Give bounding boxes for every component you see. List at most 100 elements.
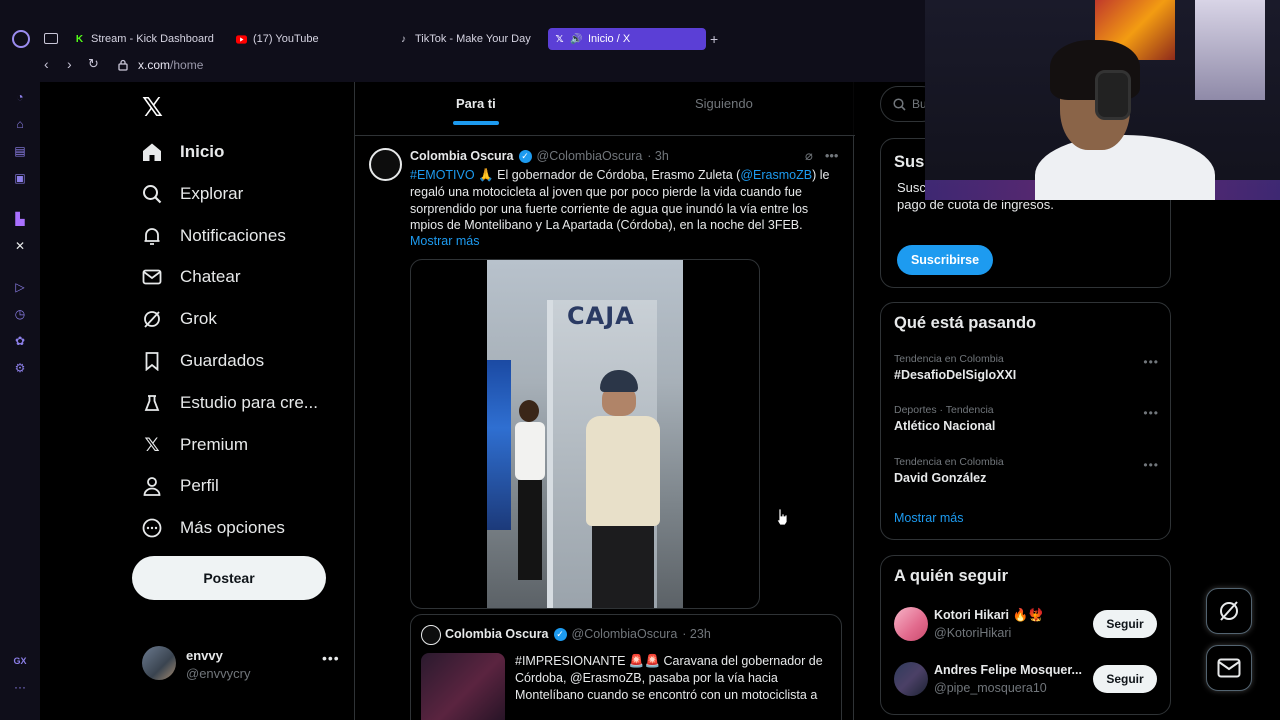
bookmark-icon xyxy=(142,351,162,371)
follow-button[interactable]: Seguir xyxy=(1093,665,1157,693)
more-circle-icon xyxy=(142,518,162,538)
nav-item-more-options[interactable]: Más opciones xyxy=(142,516,285,540)
profile-handle: @envvycry xyxy=(186,666,251,681)
tab-following[interactable]: Siguiendo xyxy=(695,96,753,111)
more-horizontal-icon[interactable]: ••• xyxy=(1143,406,1159,420)
history-icon[interactable]: ◷ xyxy=(13,307,27,321)
tab-x-home[interactable]: 𝕏 🔊 Inicio / X xyxy=(548,28,706,50)
avatar[interactable] xyxy=(369,148,402,181)
trend-item[interactable]: Deportes · Tendencia Atlético Nacional •… xyxy=(894,404,1159,433)
post-button[interactable]: Postear xyxy=(132,556,326,600)
person-icon xyxy=(142,476,162,496)
trends-card: Qué está pasando Tendencia en Colombia #… xyxy=(880,302,1171,540)
grok-icon[interactable]: ⌀ xyxy=(805,148,813,164)
nav-item-explore[interactable]: Explorar xyxy=(142,182,243,206)
mail-icon xyxy=(1217,658,1241,678)
quote-handle: @ColombiaOscura xyxy=(571,627,678,641)
post-author[interactable]: Colombia Oscura xyxy=(410,149,514,163)
tiktok-icon: ♪ xyxy=(401,33,406,45)
post-emoji: 🙏 xyxy=(478,168,494,182)
quote-text: #IMPRESIONANTE 🚨🚨 Caravana del gobernado… xyxy=(515,654,823,702)
more-horizontal-icon[interactable]: ••• xyxy=(1143,458,1159,472)
quote-author: Colombia Oscura xyxy=(445,627,549,641)
more-icon[interactable]: ··· xyxy=(13,680,27,694)
twitch-icon[interactable]: ▙ xyxy=(13,212,27,226)
tab-tiktok[interactable]: ♪ TikTok - Make Your Day xyxy=(392,28,537,50)
tab-kick[interactable]: K Stream - Kick Dashboard xyxy=(68,28,220,50)
speed-dial-icon[interactable]: ◔ xyxy=(13,90,27,104)
post-handle[interactable]: @ColombiaOscura xyxy=(537,149,643,163)
nav-item-premium[interactable]: 𝕏 Premium xyxy=(142,433,248,457)
nav-item-notifications[interactable]: Notificaciones xyxy=(142,224,286,248)
opera-logo-icon[interactable] xyxy=(12,30,30,48)
player-icon[interactable]: ▷ xyxy=(13,280,27,294)
nav-item-bookmarks[interactable]: Guardados xyxy=(142,349,264,373)
x-logo-icon[interactable]: 𝕏 xyxy=(142,92,163,123)
home-icon xyxy=(142,142,162,162)
post-text: #EMOTIVO 🙏 El gobernador de Córdoba, Era… xyxy=(410,167,835,234)
notes-icon[interactable]: ▤ xyxy=(13,144,27,158)
workspace-icon[interactable]: ⌂ xyxy=(13,117,27,131)
x-icon: 𝕏 xyxy=(144,434,160,456)
nav-label: Grok xyxy=(180,309,217,328)
nav-item-grok[interactable]: Grok xyxy=(142,307,217,331)
follow-button[interactable]: Seguir xyxy=(1093,610,1157,638)
quote-header: Colombia Oscura ✓ @ColombiaOscura · 23h xyxy=(445,627,711,641)
back-button[interactable]: ‹ xyxy=(44,56,49,72)
search-icon xyxy=(893,97,906,111)
video-frame: CAJA xyxy=(487,260,683,608)
nav-label: Guardados xyxy=(180,351,265,370)
x-sidebar-icon[interactable]: ✕ xyxy=(13,239,27,253)
gx-control-icon[interactable]: GX xyxy=(13,654,27,668)
hashtag-link[interactable]: #EMOTIVO xyxy=(410,168,475,182)
messages-float-button[interactable] xyxy=(1206,645,1252,691)
hand-cursor-icon xyxy=(776,508,788,526)
tab-label: Stream - Kick Dashboard xyxy=(91,33,214,45)
show-more-link[interactable]: Mostrar más xyxy=(410,234,479,248)
nav-item-creator-studio[interactable]: Estudio para cre... xyxy=(142,391,318,415)
nav-label: Más opciones xyxy=(180,518,285,537)
subscribe-button[interactable]: Suscribirse xyxy=(897,245,993,275)
youtube-icon xyxy=(236,34,247,45)
mention-link[interactable]: @ErasmoZB xyxy=(740,168,812,182)
nav-label: Inicio xyxy=(180,142,225,161)
follow-handle: @KotoriHikari xyxy=(934,626,1012,640)
more-horizontal-icon[interactable]: ••• xyxy=(1143,355,1159,369)
tab-youtube[interactable]: (17) YouTube xyxy=(230,28,325,50)
trend-meta: Deportes · Tendencia xyxy=(894,404,994,416)
grok-float-button[interactable] xyxy=(1206,588,1252,634)
post-header: Colombia Oscura ✓ @ColombiaOscura · 3h xyxy=(410,149,669,163)
address-bar[interactable]: x.com/home xyxy=(118,58,203,72)
speaker-icon[interactable]: 🔊 xyxy=(570,34,582,45)
headset xyxy=(1095,70,1131,120)
trend-item[interactable]: Tendencia en Colombia #DesafioDelSigloXX… xyxy=(894,353,1159,382)
more-horizontal-icon[interactable]: ••• xyxy=(322,650,340,666)
more-horizontal-icon[interactable]: ••• xyxy=(825,148,839,164)
grok-icon xyxy=(1220,601,1238,621)
streamer-shirt xyxy=(1035,135,1215,200)
reload-button[interactable]: ↻ xyxy=(88,56,99,72)
follow-suggestion[interactable]: Andres Felipe Mosquer... @pipe_mosquera1… xyxy=(894,659,1159,697)
post-text-part: El gobernador de Córdoba, Erasmo Zuleta … xyxy=(493,168,741,182)
trend-item[interactable]: Tendencia en Colombia David González ••• xyxy=(894,456,1159,485)
extensions-icon[interactable]: ✿ xyxy=(13,334,27,348)
tab-for-you[interactable]: Para ti xyxy=(456,96,496,111)
nav-item-home[interactable]: Inicio xyxy=(142,140,224,164)
tab-switcher-icon[interactable] xyxy=(44,33,58,44)
mail-icon xyxy=(142,267,162,287)
post-time[interactable]: · 3h xyxy=(647,149,669,163)
settings-icon[interactable]: ⚙ xyxy=(13,361,27,375)
forward-button[interactable]: › xyxy=(67,56,72,72)
nav-item-profile[interactable]: Perfil xyxy=(142,474,219,498)
wall-poster xyxy=(1195,0,1265,100)
messenger-icon[interactable]: ▣ xyxy=(13,171,27,185)
follow-suggestion[interactable]: Kotori Hikari 🔥🐦‍🔥 @KotoriHikari Seguir xyxy=(894,604,1159,642)
show-more-link[interactable]: Mostrar más xyxy=(894,511,963,525)
lock-icon xyxy=(118,59,128,71)
post-video[interactable]: CAJA xyxy=(410,259,760,609)
nav-item-chat[interactable]: Chatear xyxy=(142,265,240,289)
new-tab-button[interactable]: + xyxy=(710,31,718,47)
account-switcher[interactable]: envvy @envvycry ••• xyxy=(142,646,342,682)
quoted-post[interactable]: Colombia Oscura ✓ @ColombiaOscura · 23h … xyxy=(410,614,842,720)
studio-icon xyxy=(142,393,162,413)
